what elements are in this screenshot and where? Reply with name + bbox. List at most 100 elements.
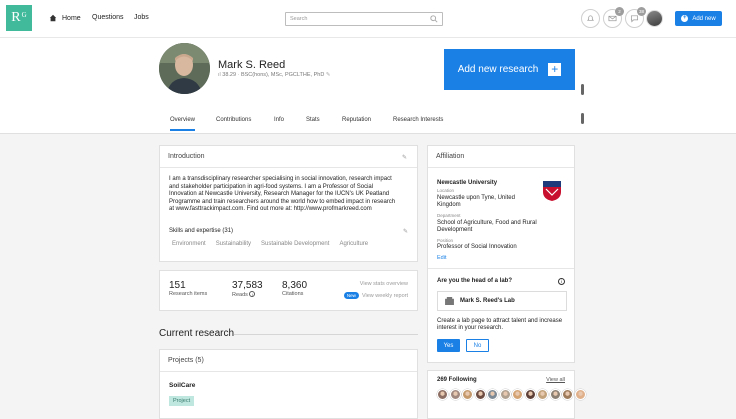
- following-avatar[interactable]: [537, 389, 548, 400]
- add-research-label: Add new research: [457, 64, 539, 75]
- tab-research-interests[interactable]: Research Interests: [393, 117, 443, 123]
- tab-stats[interactable]: Stats: [306, 117, 320, 123]
- notifications-button[interactable]: [581, 9, 600, 28]
- profile-subtitle: ıl 38.29 · BSC(hons), MSc, PGCLTHE, PhD …: [218, 72, 331, 78]
- view-stats-link[interactable]: View stats overview: [360, 281, 408, 287]
- requests-badge: 38: [637, 7, 646, 16]
- department-value: School of Agriculture, Food and Rural: [437, 220, 537, 226]
- following-title: 269 Following: [437, 377, 477, 383]
- envelope-icon: [608, 15, 617, 22]
- chat-icon: [630, 15, 639, 23]
- nav-questions[interactable]: Questions: [92, 14, 124, 21]
- rg-score: 38.29: [222, 72, 237, 78]
- logo-sup: G: [21, 11, 27, 19]
- scrollbar-handle[interactable]: [581, 113, 584, 124]
- following-avatar[interactable]: [499, 389, 511, 400]
- search-placeholder: Search: [290, 16, 308, 22]
- tab-overview[interactable]: Overview: [170, 117, 196, 131]
- messages-badge: 2: [615, 7, 624, 16]
- citations-count: 8,360: [282, 280, 308, 291]
- intro-text-line: Programme and train researchers around t…: [169, 198, 396, 205]
- location-value: Newcastle upon Tyne, United: [437, 195, 515, 201]
- location-value: Kingdom: [437, 202, 461, 208]
- institution-name[interactable]: Newcastle University: [437, 180, 497, 186]
- yes-button[interactable]: Yes: [437, 339, 460, 352]
- tab-contributions[interactable]: Contributions: [216, 117, 251, 123]
- pencil-icon[interactable]: ✎: [402, 154, 408, 161]
- projects-title: Projects (5): [160, 350, 417, 372]
- bell-icon: [586, 15, 595, 21]
- skill-tag[interactable]: Sustainable Development: [261, 241, 329, 247]
- user-avatar[interactable]: [646, 10, 663, 27]
- reads-label-wrap: Reads i: [232, 291, 263, 298]
- lab-description: interest in your research.: [437, 325, 504, 331]
- reads-count: 37,583: [232, 280, 263, 291]
- project-name[interactable]: SoilCare: [169, 382, 195, 389]
- lab-description: Create a lab page to attract talent and …: [437, 318, 563, 324]
- home-icon: [49, 14, 57, 22]
- profile-name: Mark S. Reed: [218, 59, 286, 71]
- following-avatar[interactable]: [474, 389, 486, 400]
- search-input[interactable]: Search: [285, 12, 443, 26]
- nav-home[interactable]: Home: [49, 14, 81, 22]
- scrollbar-handle[interactable]: [581, 84, 584, 95]
- edit-affiliation-link[interactable]: Edit: [437, 255, 446, 261]
- department-value: Development: [437, 227, 473, 233]
- new-badge: New: [343, 292, 359, 299]
- messages-button[interactable]: 2: [603, 7, 624, 28]
- divider: [428, 268, 574, 269]
- research-items-count: 151: [169, 280, 186, 291]
- following-avatar[interactable]: [574, 389, 586, 400]
- pencil-icon[interactable]: ✎: [326, 72, 331, 78]
- lab-question: Are you the head of a lab?: [437, 278, 513, 284]
- search-icon[interactable]: [430, 15, 438, 23]
- research-items-label: Research items: [169, 291, 208, 297]
- nav-jobs-label: Jobs: [134, 14, 149, 21]
- stats-card: 151 Research items 37,583 Reads i 8,360 …: [159, 270, 418, 311]
- following-avatar[interactable]: [562, 389, 573, 400]
- pencil-icon[interactable]: ✎: [403, 228, 408, 235]
- skill-tag[interactable]: Agriculture: [339, 241, 368, 247]
- researchgate-logo[interactable]: RG: [6, 5, 32, 31]
- following-avatar[interactable]: [549, 389, 561, 400]
- affiliation-title: Affiliation: [428, 146, 574, 168]
- following-avatars: [437, 389, 586, 400]
- requests-button[interactable]: 38: [625, 7, 646, 28]
- university-crest-icon: [543, 181, 561, 201]
- following-card: 269 Following View all: [427, 370, 586, 419]
- introduction-title: Introduction: [160, 146, 417, 168]
- add-new-research-button[interactable]: Add new research +: [444, 49, 575, 90]
- position-value: Professor of Social Innovation: [437, 244, 517, 250]
- add-new-button[interactable]: + Add new: [675, 11, 722, 26]
- lab-preview[interactable]: Mark S. Reed's Lab: [437, 291, 567, 311]
- intro-text-line: at www.fasttrackimpact.com. Find out mor…: [169, 206, 372, 213]
- add-new-label: Add new: [692, 15, 716, 22]
- intro-text-line: Innovation at Newcastle University, Rese…: [169, 191, 390, 198]
- lab-icon: [445, 297, 454, 305]
- department-label: Department: [437, 213, 461, 218]
- following-avatar[interactable]: [437, 389, 448, 400]
- view-all-link[interactable]: View all: [546, 377, 565, 383]
- info-icon[interactable]: i: [558, 278, 565, 285]
- score-icon: ıl: [218, 72, 221, 78]
- no-button[interactable]: No: [466, 339, 489, 352]
- tab-reputation[interactable]: Reputation: [342, 117, 371, 123]
- plus-icon: +: [548, 63, 562, 76]
- tab-info[interactable]: Info: [274, 117, 284, 123]
- introduction-card: Introduction ✎ I am a transdisciplinary …: [159, 145, 418, 262]
- view-weekly-link[interactable]: View weekly report: [362, 293, 408, 299]
- info-icon[interactable]: i: [249, 291, 256, 297]
- position-label: Position: [437, 238, 454, 243]
- intro-text-line: I am a transdisciplinary researcher spec…: [169, 176, 392, 182]
- following-avatar[interactable]: [512, 389, 523, 400]
- logo-letter: R: [11, 10, 21, 25]
- projects-card: Projects (5) SoilCare Project: [159, 349, 418, 419]
- profile-avatar[interactable]: [159, 43, 210, 94]
- nav-jobs[interactable]: Jobs: [134, 14, 149, 21]
- skill-tag[interactable]: Environment: [172, 241, 206, 247]
- following-avatar[interactable]: [524, 389, 536, 400]
- following-avatar[interactable]: [462, 389, 473, 400]
- following-avatar[interactable]: [487, 389, 498, 400]
- following-avatar[interactable]: [449, 389, 461, 400]
- skill-tag[interactable]: Sustainability: [216, 241, 251, 247]
